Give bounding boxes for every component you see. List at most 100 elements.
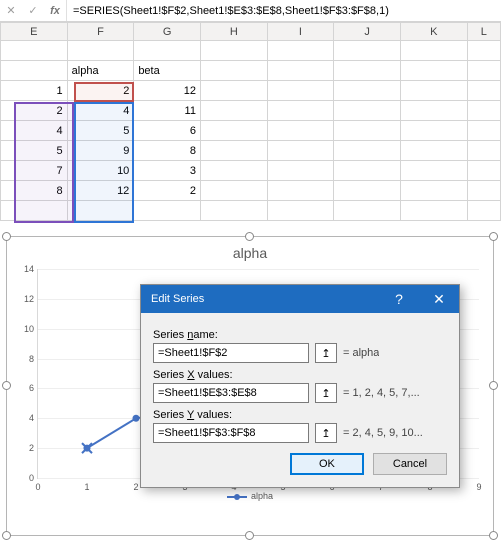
cell[interactable] — [200, 41, 267, 61]
cell[interactable]: 2 — [67, 81, 134, 101]
cell[interactable] — [467, 61, 500, 81]
cell[interactable]: 12 — [134, 81, 201, 101]
cell[interactable] — [467, 141, 500, 161]
col-header-E[interactable]: E — [1, 23, 68, 41]
col-header-K[interactable]: K — [400, 23, 467, 41]
chart-resize-handle[interactable] — [489, 531, 498, 540]
cell[interactable]: 4 — [67, 101, 134, 121]
cell[interactable]: 4 — [1, 121, 68, 141]
fx-icon[interactable]: fx — [44, 5, 66, 17]
cell[interactable] — [200, 181, 267, 201]
cell[interactable] — [400, 41, 467, 61]
cell[interactable] — [267, 101, 334, 121]
cell[interactable]: 1 — [1, 81, 68, 101]
cell[interactable] — [267, 61, 334, 81]
cell[interactable]: 6 — [134, 121, 201, 141]
cell[interactable] — [467, 101, 500, 121]
chart-resize-handle[interactable] — [245, 531, 254, 540]
cell[interactable]: 11 — [134, 101, 201, 121]
range-picker-button[interactable]: ↥ — [315, 383, 337, 403]
edit-series-dialog[interactable]: Edit Series ? ✕ Series name: ↥ = alpha S… — [140, 284, 460, 488]
cell[interactable] — [200, 101, 267, 121]
col-header-L[interactable]: L — [467, 23, 500, 41]
cell[interactable] — [134, 41, 201, 61]
cell[interactable] — [200, 81, 267, 101]
cell[interactable] — [200, 121, 267, 141]
cell[interactable] — [334, 201, 401, 221]
cell[interactable] — [200, 161, 267, 181]
cell[interactable] — [467, 81, 500, 101]
cell[interactable] — [400, 161, 467, 181]
chart-resize-handle[interactable] — [2, 232, 11, 241]
col-header-J[interactable]: J — [334, 23, 401, 41]
cell[interactable]: 8 — [134, 141, 201, 161]
cell[interactable] — [467, 121, 500, 141]
chart-resize-handle[interactable] — [489, 381, 498, 390]
cell[interactable] — [267, 81, 334, 101]
cell[interactable] — [267, 41, 334, 61]
cell[interactable] — [400, 121, 467, 141]
series-name-input[interactable] — [153, 343, 309, 363]
cell[interactable]: 5 — [67, 121, 134, 141]
cell[interactable] — [467, 41, 500, 61]
cell[interactable] — [67, 41, 134, 61]
cell[interactable] — [267, 161, 334, 181]
chart-resize-handle[interactable] — [2, 531, 11, 540]
cell[interactable]: 2 — [1, 101, 68, 121]
cell[interactable] — [267, 141, 334, 161]
cell[interactable] — [400, 81, 467, 101]
cell[interactable] — [1, 41, 68, 61]
cell[interactable] — [334, 161, 401, 181]
cell[interactable] — [67, 201, 134, 221]
cell[interactable]: 8 — [1, 181, 68, 201]
cell[interactable]: 5 — [1, 141, 68, 161]
cell[interactable] — [400, 141, 467, 161]
cell[interactable] — [334, 61, 401, 81]
chart-title[interactable]: alpha — [7, 237, 493, 265]
cell[interactable] — [400, 61, 467, 81]
cell[interactable]: 9 — [67, 141, 134, 161]
cell[interactable] — [400, 201, 467, 221]
ok-button[interactable]: OK — [290, 453, 364, 475]
chart-resize-handle[interactable] — [489, 232, 498, 241]
chart-resize-handle[interactable] — [2, 381, 11, 390]
cell[interactable] — [334, 41, 401, 61]
cell[interactable] — [400, 181, 467, 201]
cell[interactable] — [1, 201, 68, 221]
dialog-help-button[interactable]: ? — [379, 285, 419, 313]
cell[interactable] — [334, 81, 401, 101]
cell[interactable] — [467, 181, 500, 201]
col-header-G[interactable]: G — [134, 23, 201, 41]
cancel-button[interactable]: Cancel — [373, 453, 447, 475]
cell[interactable]: 7 — [1, 161, 68, 181]
chart-data-point[interactable] — [133, 415, 140, 422]
series-y-input[interactable] — [153, 423, 309, 443]
series-x-input[interactable] — [153, 383, 309, 403]
cell[interactable]: 12 — [67, 181, 134, 201]
cell[interactable]: 2 — [134, 181, 201, 201]
cell[interactable] — [334, 181, 401, 201]
formula-cancel-icon[interactable]: ✕ — [0, 4, 22, 17]
col-header-F[interactable]: F — [67, 23, 134, 41]
cell[interactable] — [134, 201, 201, 221]
col-header-H[interactable]: H — [200, 23, 267, 41]
cell[interactable] — [467, 201, 500, 221]
cell[interactable] — [200, 141, 267, 161]
dialog-close-button[interactable]: ✕ — [419, 285, 459, 313]
cell[interactable] — [267, 181, 334, 201]
cell-alpha-header[interactable]: alpha — [67, 61, 134, 81]
cell-beta-header[interactable]: beta — [134, 61, 201, 81]
cell[interactable] — [267, 201, 334, 221]
cell[interactable]: 3 — [134, 161, 201, 181]
chart-resize-handle[interactable] — [245, 232, 254, 241]
cell[interactable] — [467, 161, 500, 181]
cell[interactable] — [334, 141, 401, 161]
cell[interactable] — [200, 201, 267, 221]
cell[interactable] — [400, 101, 467, 121]
formula-accept-icon[interactable]: ✓ — [22, 4, 44, 17]
cell[interactable] — [267, 121, 334, 141]
spreadsheet-grid[interactable]: E F G H I J K L alpha beta 1212 2411 456… — [0, 22, 501, 221]
range-picker-button[interactable]: ↥ — [315, 343, 337, 363]
cell[interactable] — [200, 61, 267, 81]
cell[interactable] — [334, 101, 401, 121]
